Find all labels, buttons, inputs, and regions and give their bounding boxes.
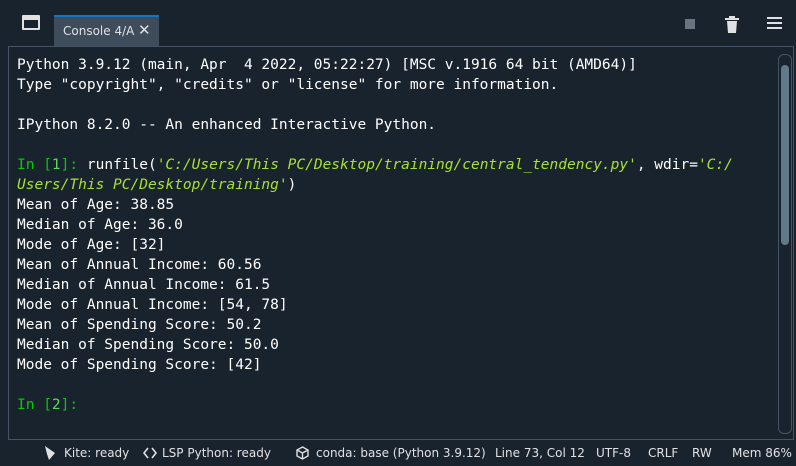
input-prompt-close: ]: (60, 397, 79, 413)
scrollbar-thumb[interactable] (781, 65, 789, 245)
banner-line: IPython 8.2.0 -- An enhanced Interactive… (17, 117, 437, 133)
output-line: Median of Spending Score: 50.0 (17, 337, 279, 353)
tab-bar: Console 4/A ✕ (0, 0, 796, 46)
input-prompt-number: 2 (51, 397, 61, 413)
line-endings: CRLF (648, 446, 679, 460)
command-wdir: Users/This PC/Desktop/training' (17, 177, 288, 193)
output-line: Mean of Annual Income: 60.56 (17, 257, 262, 273)
banner-line: Type "copyright", "credits" or "license"… (17, 77, 559, 93)
close-icon[interactable]: ✕ (138, 21, 151, 39)
output-line: Mode of Age: [32] (17, 237, 166, 253)
tab-label: Console 4/A (63, 24, 135, 38)
command-sep: , wdir= (636, 157, 698, 173)
input-prompt-label: In [ (17, 157, 52, 173)
output-line: Mean of Age: 38.85 (17, 197, 175, 213)
input-prompt-label: In [ (17, 397, 52, 413)
command-wdir: 'C:/ (697, 157, 733, 173)
output-line: Median of Annual Income: 61.5 (17, 277, 271, 293)
output-line: Mode of Spending Score: [42] (17, 357, 262, 373)
lsp-icon (143, 447, 157, 459)
file-encoding: UTF-8 (596, 446, 631, 460)
console-panel[interactable]: Python 3.9.12 (main, Apr 4 2022, 05:22:2… (8, 46, 794, 440)
console-output: Python 3.9.12 (main, Apr 4 2022, 05:22:2… (17, 55, 769, 415)
kite-icon (45, 446, 55, 460)
memory-usage: Mem 86% (732, 446, 792, 460)
output-line: Mean of Spending Score: 50.2 (17, 317, 262, 333)
menu-icon[interactable] (767, 17, 782, 30)
command-end: ) (287, 177, 297, 193)
window-pane-icon[interactable] (22, 15, 40, 30)
trash-icon[interactable] (725, 16, 739, 33)
stop-icon[interactable] (685, 19, 695, 29)
kite-status[interactable]: Kite: ready (64, 446, 129, 460)
output-line: Median of Age: 36.0 (17, 217, 183, 233)
output-line: Mode of Annual Income: [54, 78] (17, 297, 288, 313)
input-prompt-close: ]: (60, 157, 79, 173)
lsp-status[interactable]: LSP Python: ready (162, 446, 271, 460)
file-mode: RW (692, 446, 712, 460)
banner-line: Python 3.9.12 (main, Apr 4 2022, 05:22:2… (17, 57, 637, 73)
input-prompt-number: 1 (51, 157, 61, 173)
tab-console[interactable]: Console 4/A ✕ (54, 15, 159, 46)
command-path: 'C:/Users/This PC/Desktop/training/centr… (156, 157, 637, 173)
conda-env[interactable]: conda: base (Python 3.9.12) (316, 446, 486, 460)
status-bar: Kite: ready LSP Python: ready conda: bas… (0, 440, 796, 466)
cursor-position: Line 73, Col 12 (495, 446, 585, 460)
conda-cube-icon (296, 446, 309, 460)
command-func: runfile( (78, 157, 157, 173)
vertical-scrollbar[interactable] (778, 54, 792, 434)
